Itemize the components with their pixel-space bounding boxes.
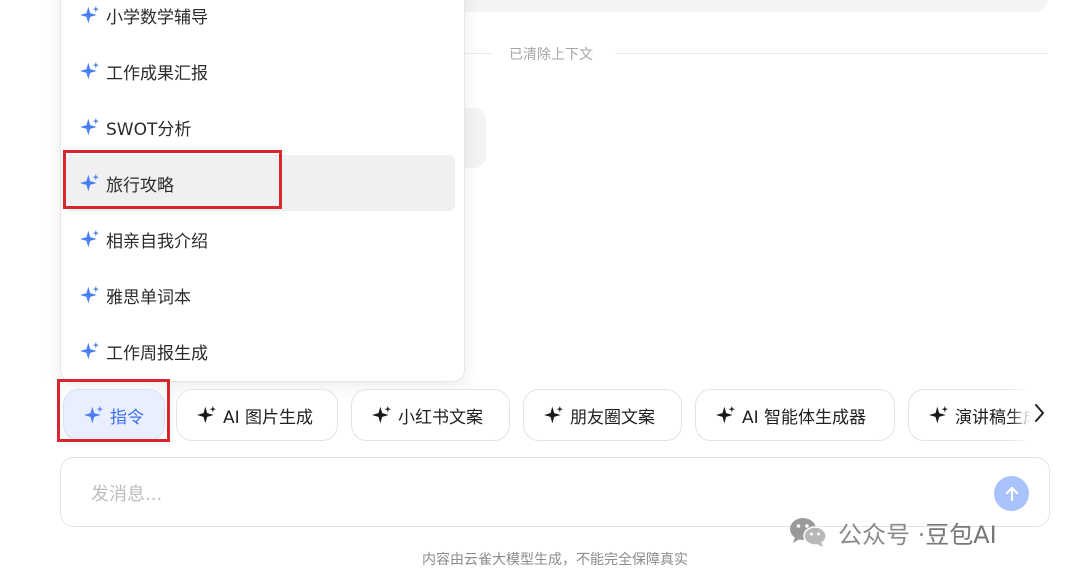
chip-ai-agent-builder[interactable]: AI 智能体生成器 [695,389,895,441]
send-button[interactable] [994,476,1029,511]
command-item-travel-guide[interactable]: 旅行攻略 [66,155,455,211]
chip-label: 指令 [110,407,144,428]
command-item-math-tutoring[interactable]: 小学数学辅导 [66,0,455,43]
sparkle-icon [80,285,100,305]
sparkle-icon [716,405,736,425]
sparkle-icon [80,61,100,81]
divider-line [465,53,493,54]
command-item-ielts-vocab[interactable]: 雅思单词本 [66,267,455,323]
divider-line [615,53,1048,54]
command-item-label: 小学数学辅导 [106,7,208,28]
previous-message-bubble [430,0,1048,12]
arrow-up-icon [1005,486,1018,501]
message-input[interactable] [89,478,973,510]
command-item-label: 工作周报生成 [106,343,208,364]
context-cleared-divider: 已清除上下文 [465,42,1048,64]
chip-ai-image-generation[interactable]: AI 图片生成 [176,389,338,441]
command-item-label: 相亲自我介绍 [106,231,208,252]
sparkle-icon [80,5,100,25]
sparkle-icon [197,405,217,425]
footer-disclaimer: 内容由云雀大模型生成，不能完全保障真实 [422,552,688,568]
chip-overflow-container: 演讲稿生成 [908,389,1040,441]
sparkle-icon [80,117,100,137]
chip-label: AI 图片生成 [223,407,314,428]
sparkle-icon [80,229,100,249]
chevron-right-icon[interactable] [1034,402,1048,426]
sparkle-icon [84,405,104,425]
command-item-dating-intro[interactable]: 相亲自我介绍 [66,211,455,267]
command-item-weekly-report[interactable]: 工作周报生成 [66,323,455,379]
command-item-label: 工作成果汇报 [106,63,208,84]
sparkle-icon [929,405,949,425]
command-item-label: SWOT分析 [106,119,192,140]
sparkle-icon [80,341,100,361]
context-cleared-label: 已清除上下文 [509,47,593,63]
chip-label: 朋友圈文案 [570,407,655,428]
command-item-label: 雅思单词本 [106,287,191,308]
watermark-prefix: 公众号 · [838,520,926,549]
sparkle-icon [372,405,392,425]
command-item-swot[interactable]: SWOT分析 [66,99,455,155]
sparkle-icon [80,173,100,193]
wechat-icon [790,518,827,547]
chip-label: 小红书文案 [398,407,483,428]
chip-moments-copy[interactable]: 朋友圈文案 [523,389,682,441]
command-item-work-report[interactable]: 工作成果汇报 [66,43,455,99]
sparkle-icon [544,405,564,425]
chip-commands[interactable]: 指令 [63,389,165,441]
watermark: 公众号 · 豆包AI [788,512,997,552]
watermark-name: 豆包AI [925,520,997,549]
command-menu: 小学数学辅导 工作成果汇报 SWOT分析 旅行攻略 相亲自我介绍 雅思单词本 工… [60,0,465,382]
command-item-label: 旅行攻略 [106,175,174,196]
chip-label: AI 智能体生成器 [742,407,867,428]
chip-xiaohongshu-copy[interactable]: 小红书文案 [351,389,510,441]
